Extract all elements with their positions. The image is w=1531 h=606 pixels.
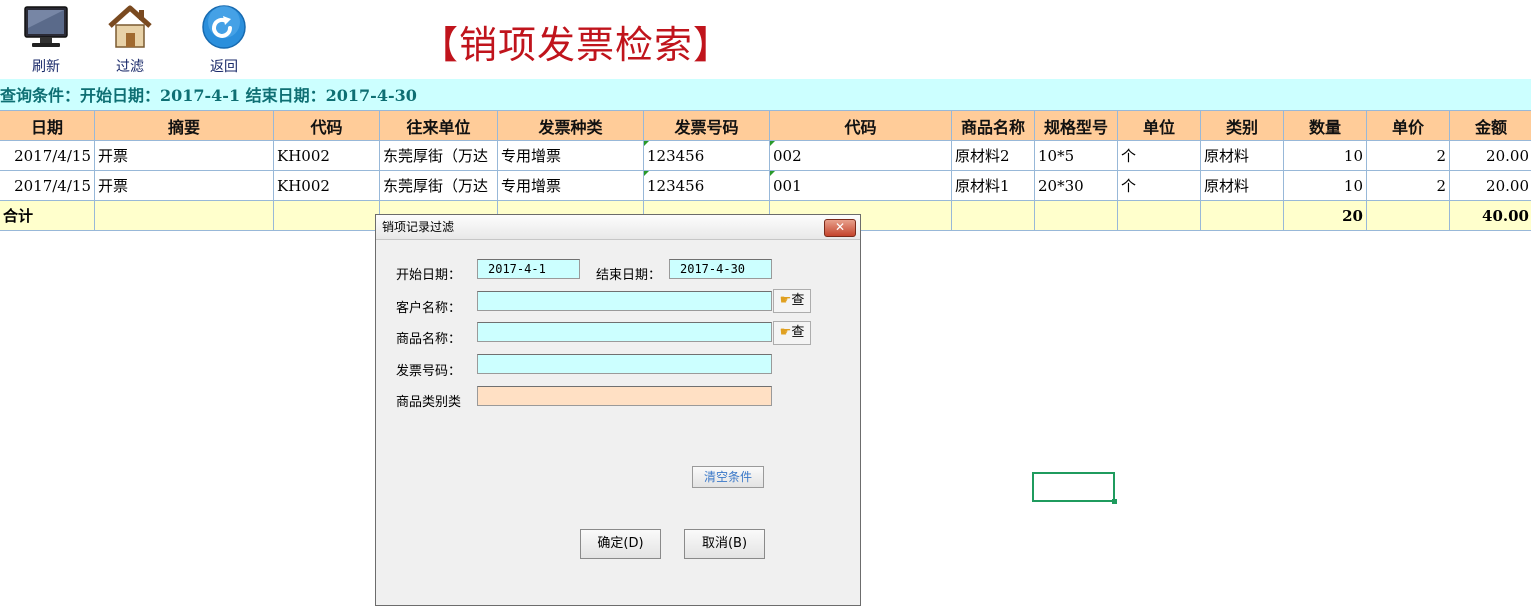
invoice-number-field[interactable] bbox=[477, 354, 772, 374]
close-icon[interactable]: ✕ bbox=[824, 219, 856, 237]
customer-lookup-button[interactable]: ☛查 bbox=[773, 289, 811, 313]
start-date-field[interactable]: 2017-4-1 bbox=[477, 259, 580, 279]
start-date-label: 开始日期： bbox=[396, 264, 461, 283]
total-amount: 40.00 bbox=[1450, 201, 1531, 231]
filter-button[interactable]: 过滤 bbox=[100, 4, 160, 76]
column-header[interactable]: 规格型号 bbox=[1035, 111, 1118, 141]
table-cell[interactable]: 2 bbox=[1367, 171, 1450, 201]
back-label: 返回 bbox=[194, 56, 254, 76]
column-header[interactable]: 金额 bbox=[1450, 111, 1531, 141]
table-cell[interactable]: 10 bbox=[1284, 141, 1367, 171]
table-cell[interactable]: 东莞厚街（万达 bbox=[380, 141, 498, 171]
query-button-label: 查 bbox=[791, 325, 804, 340]
table-header-row: 日期 摘要 代码 往来单位 发票种类 发票号码 代码 商品名称 规格型号 单位 … bbox=[0, 111, 1531, 141]
column-header[interactable]: 日期 bbox=[0, 111, 95, 141]
table-cell[interactable]: 2017/4/15 bbox=[0, 141, 95, 171]
table-cell[interactable]: 专用增票 bbox=[498, 141, 644, 171]
end-date-field[interactable]: 2017-4-30 bbox=[669, 259, 772, 279]
table-cell[interactable]: 个 bbox=[1118, 141, 1201, 171]
table-row[interactable]: 2017/4/15 开票 KH002 东莞厚街（万达 专用增票 123456 0… bbox=[0, 141, 1531, 171]
product-lookup-button[interactable]: ☛查 bbox=[773, 321, 811, 345]
column-header[interactable]: 摘要 bbox=[95, 111, 274, 141]
column-header[interactable]: 商品名称 bbox=[952, 111, 1035, 141]
table-cell[interactable]: 123456 bbox=[644, 171, 770, 201]
column-header[interactable]: 单位 bbox=[1118, 111, 1201, 141]
customer-field[interactable] bbox=[477, 291, 772, 311]
table-cell[interactable]: 原材料 bbox=[1201, 141, 1284, 171]
total-quantity: 20 bbox=[1284, 201, 1367, 231]
table-cell[interactable]: 002 bbox=[770, 141, 952, 171]
table-cell[interactable]: 10*5 bbox=[1035, 141, 1118, 171]
ok-button[interactable]: 确定(D) bbox=[580, 529, 661, 559]
table-cell[interactable]: 10 bbox=[1284, 171, 1367, 201]
total-label: 合计 bbox=[0, 201, 95, 231]
product-label: 商品名称： bbox=[396, 328, 461, 347]
column-header[interactable]: 往来单位 bbox=[380, 111, 498, 141]
table-cell[interactable]: KH002 bbox=[274, 171, 380, 201]
pointing-hand-icon: ☛ bbox=[780, 293, 792, 308]
category-label: 商品类别类 bbox=[396, 391, 461, 410]
table-cell bbox=[1118, 201, 1201, 231]
return-arrow-icon bbox=[200, 4, 248, 50]
table-cell bbox=[952, 201, 1035, 231]
column-header[interactable]: 数量 bbox=[1284, 111, 1367, 141]
back-button[interactable]: 返回 bbox=[194, 4, 254, 76]
column-header[interactable]: 代码 bbox=[770, 111, 952, 141]
table-cell[interactable]: 001 bbox=[770, 171, 952, 201]
monitor-icon bbox=[22, 4, 70, 50]
query-button-label: 查 bbox=[791, 293, 804, 308]
refresh-label: 刷新 bbox=[16, 56, 76, 76]
table-cell[interactable]: 20.00 bbox=[1450, 141, 1531, 171]
column-header[interactable]: 发票号码 bbox=[644, 111, 770, 141]
table-cell[interactable]: 原材料 bbox=[1201, 171, 1284, 201]
table-cell bbox=[95, 201, 274, 231]
product-field[interactable] bbox=[477, 322, 772, 342]
table-cell[interactable]: 东莞厚街（万达 bbox=[380, 171, 498, 201]
table-cell[interactable]: 20*30 bbox=[1035, 171, 1118, 201]
table-cell[interactable]: 20.00 bbox=[1450, 171, 1531, 201]
column-header[interactable]: 类别 bbox=[1201, 111, 1284, 141]
customer-label: 客户名称： bbox=[396, 297, 461, 316]
table-cell[interactable]: 原材料1 bbox=[952, 171, 1035, 201]
table-cell[interactable]: 专用增票 bbox=[498, 171, 644, 201]
column-header[interactable]: 单价 bbox=[1367, 111, 1450, 141]
table-cell bbox=[1201, 201, 1284, 231]
table-row[interactable]: 2017/4/15 开票 KH002 东莞厚街（万达 专用增票 123456 0… bbox=[0, 171, 1531, 201]
clear-conditions-button[interactable]: 清空条件 bbox=[692, 466, 764, 488]
cancel-button[interactable]: 取消(B) bbox=[684, 529, 765, 559]
table-cell[interactable]: 开票 bbox=[95, 141, 274, 171]
table-cell[interactable]: 原材料2 bbox=[952, 141, 1035, 171]
filter-label: 过滤 bbox=[100, 56, 160, 76]
column-header[interactable]: 代码 bbox=[274, 111, 380, 141]
table-cell[interactable]: 开票 bbox=[95, 171, 274, 201]
category-field[interactable] bbox=[477, 386, 772, 406]
invoice-number-label: 发票号码： bbox=[396, 360, 461, 379]
dialog-title: 销项记录过滤 bbox=[376, 215, 860, 240]
table-cell[interactable]: 2 bbox=[1367, 141, 1450, 171]
refresh-button[interactable]: 刷新 bbox=[16, 4, 76, 76]
table-cell bbox=[1367, 201, 1450, 231]
table-cell[interactable]: 2017/4/15 bbox=[0, 171, 95, 201]
end-date-label: 结束日期： bbox=[596, 264, 661, 283]
home-icon bbox=[106, 4, 154, 50]
pointing-hand-icon: ☛ bbox=[780, 325, 792, 340]
table-cell[interactable]: 123456 bbox=[644, 141, 770, 171]
table-cell[interactable]: 个 bbox=[1118, 171, 1201, 201]
table-cell bbox=[274, 201, 380, 231]
results-table: 日期 摘要 代码 往来单位 发票种类 发票号码 代码 商品名称 规格型号 单位 … bbox=[0, 110, 1531, 231]
selected-cell[interactable] bbox=[1032, 472, 1115, 502]
table-cell bbox=[1035, 201, 1118, 231]
page-title: 【销项发票检索】 bbox=[420, 14, 732, 69]
column-header[interactable]: 发票种类 bbox=[498, 111, 644, 141]
query-conditions: 查询条件：开始日期：2017-4-1 结束日期：2017-4-30 bbox=[0, 79, 1531, 110]
filter-dialog: 销项记录过滤 ✕ 开始日期： 2017-4-1 结束日期： 2017-4-30 … bbox=[375, 214, 861, 606]
table-cell[interactable]: KH002 bbox=[274, 141, 380, 171]
